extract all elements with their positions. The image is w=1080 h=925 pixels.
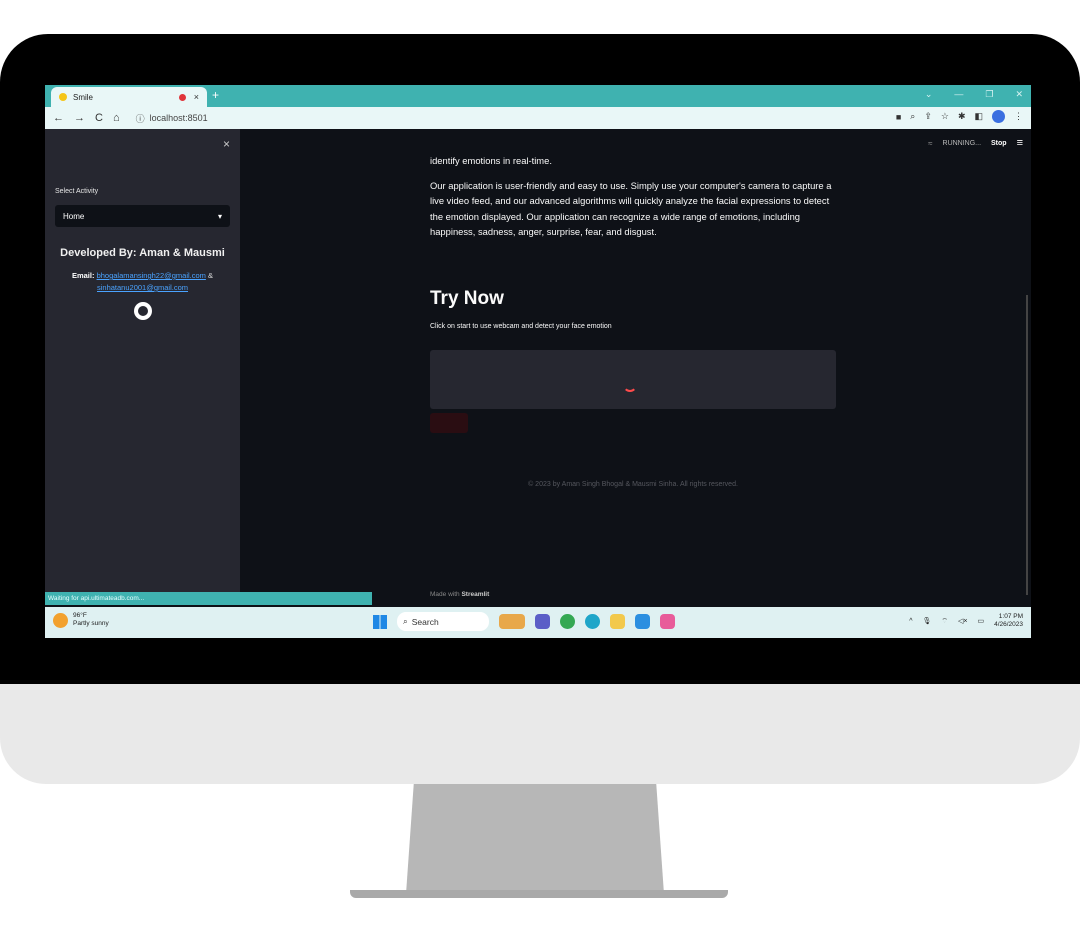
monitor-mockup: Smile × + ⌄ — ❐ ✕ ← → C ⌂ ⓘ localhost:85… xyxy=(0,0,1080,925)
vscode-icon[interactable] xyxy=(635,614,650,629)
streamlit-toolbar: ≈ RUNNING... Stop ≡ xyxy=(928,137,1023,149)
made-with-streamlit[interactable]: Made with Streamlit xyxy=(430,591,489,598)
volume-icon[interactable]: ◁× xyxy=(958,617,967,625)
reload-icon[interactable]: C xyxy=(95,112,103,124)
email-separator: & xyxy=(208,271,214,280)
email-block: Email: bhogalamansingh22@gmail.com & sin… xyxy=(55,270,230,294)
microphone-icon[interactable]: 🎙 xyxy=(922,617,931,625)
battery-icon[interactable]: ▭ xyxy=(977,617,984,625)
partly-sunny-icon xyxy=(53,612,68,628)
taskbar-center: ⌕ Search xyxy=(373,612,675,631)
weather-widget[interactable]: 96°F Partly sunny xyxy=(53,612,109,628)
close-tab-icon[interactable]: × xyxy=(194,92,199,102)
screen: Smile × + ⌄ — ❐ ✕ ← → C ⌂ ⓘ localhost:85… xyxy=(45,85,1031,638)
scrollbar[interactable] xyxy=(1026,295,1028,595)
tab-title: Smile xyxy=(73,92,94,102)
windows-taskbar: 96°F Partly sunny ⌕ Search ^ 🎙 ⌔ ◁× ▭ 1:… xyxy=(45,607,1031,638)
github-icon[interactable] xyxy=(134,302,152,320)
back-icon[interactable]: ← xyxy=(53,112,64,124)
streamlit-brand: Streamlit xyxy=(461,591,490,598)
stop-button[interactable]: Stop xyxy=(991,140,1007,147)
address-bar: ← → C ⌂ ⓘ localhost:8501 ■ ⌕ ⇪ ☆ ✱ ◧ ⋮ xyxy=(45,107,1031,129)
url-field[interactable]: ⓘ localhost:8501 xyxy=(129,110,930,126)
activity-select[interactable]: Home ▾ xyxy=(55,205,230,227)
widgets-icon[interactable] xyxy=(499,614,525,629)
clock-time: 1:07 PM xyxy=(998,613,1023,620)
home-icon[interactable]: ⌂ xyxy=(113,112,120,124)
bookmark-star-icon[interactable]: ☆ xyxy=(941,111,949,122)
tab-bar: Smile × + ⌄ — ❐ ✕ xyxy=(45,85,1031,107)
camera-icon[interactable]: ■ xyxy=(896,112,901,122)
tray-chevron-up-icon[interactable]: ^ xyxy=(909,618,912,625)
chrome-icon[interactable] xyxy=(560,614,575,629)
clock[interactable]: 1:07 PM 4/26/2023 xyxy=(994,613,1023,629)
monitor-base xyxy=(350,890,728,898)
monitor-chin xyxy=(0,684,1080,784)
smile-favicon-icon xyxy=(59,93,67,101)
system-tray: ^ 🎙 ⌔ ◁× ▭ 1:07 PM 4/26/2023 xyxy=(909,613,1023,629)
browser-actions: ■ ⌕ ⇪ ☆ ✱ ◧ ⋮ xyxy=(896,110,1023,123)
intro-text-cut: identify emotions in real-time. xyxy=(430,155,552,166)
browser-tab[interactable]: Smile × xyxy=(51,87,207,107)
running-swimmer-icon: ≈ xyxy=(928,138,933,148)
share-icon[interactable]: ⇪ xyxy=(924,111,932,122)
close-window-icon[interactable]: ✕ xyxy=(1015,89,1023,100)
monitor-stand xyxy=(406,784,664,894)
chevron-down-icon: ▾ xyxy=(217,211,222,221)
taskbar-search[interactable]: ⌕ Search xyxy=(397,612,489,631)
sidebar: × Select Activity Home ▾ Developed By: A… xyxy=(45,129,240,594)
windows-start-icon[interactable] xyxy=(373,614,387,629)
restore-icon[interactable]: ❐ xyxy=(985,89,993,100)
email-label: Email: xyxy=(71,271,95,280)
webcam-panel xyxy=(430,350,836,409)
taskbar-search-label: Search xyxy=(411,616,439,627)
try-now-heading: Try Now xyxy=(430,288,504,309)
wifi-icon[interactable]: ⌔ xyxy=(941,617,948,626)
made-with-text: Made with xyxy=(430,591,460,598)
running-status: RUNNING... xyxy=(942,139,982,147)
teams-chat-icon[interactable] xyxy=(535,614,550,629)
file-explorer-icon[interactable] xyxy=(610,614,625,629)
minimize-icon[interactable]: — xyxy=(954,89,963,100)
weather-text: 96°F Partly sunny xyxy=(73,612,109,628)
start-button[interactable] xyxy=(430,413,468,433)
email-link-2[interactable]: sinhatanu2001@gmail.com xyxy=(97,283,188,292)
select-activity-label: Select Activity xyxy=(55,188,99,195)
developer-heading: Developed By: Aman & Mausmi xyxy=(60,247,225,259)
activity-select-value: Home xyxy=(63,211,85,221)
tab-search-icon[interactable]: ⌄ xyxy=(925,89,933,100)
loading-spinner-icon xyxy=(623,378,637,392)
hamburger-menu-icon[interactable]: ≡ xyxy=(1017,137,1023,149)
clock-date: 4/26/2023 xyxy=(994,621,1023,628)
browser-status-bar: Waiting for api.ultimateadb.com... xyxy=(45,592,372,605)
zoom-icon[interactable]: ⌕ xyxy=(910,111,915,122)
recording-icon xyxy=(178,93,186,101)
weather-temp: 96°F xyxy=(73,612,87,619)
nav-buttons: ← → C ⌂ xyxy=(53,112,120,124)
sidebar-close-icon[interactable]: × xyxy=(223,137,230,151)
try-now-subtitle: Click on start to use webcam and detect … xyxy=(430,323,612,330)
weather-desc: Partly sunny xyxy=(73,620,109,627)
description-paragraph: Our application is user-friendly and eas… xyxy=(430,179,832,238)
menu-kebab-icon[interactable]: ⋮ xyxy=(1014,111,1023,122)
side-panel-icon[interactable]: ◧ xyxy=(974,111,983,122)
forward-icon[interactable]: → xyxy=(74,112,85,124)
new-tab-button[interactable]: + xyxy=(212,88,219,102)
main-text: identify emotions in real-time. Our appl… xyxy=(430,153,840,240)
profile-avatar[interactable] xyxy=(992,110,1005,123)
edge-icon[interactable] xyxy=(585,614,600,629)
app-icon[interactable] xyxy=(660,614,675,629)
search-icon: ⌕ xyxy=(403,616,408,626)
url-text: localhost:8501 xyxy=(149,113,208,123)
footer-copyright: © 2023 by Aman Singh Bhogal & Mausmi Sin… xyxy=(528,481,738,488)
extensions-icon[interactable]: ✱ xyxy=(958,111,966,122)
window-controls: ⌄ — ❐ ✕ xyxy=(925,89,1023,100)
email-link-1[interactable]: bhogalamansingh22@gmail.com xyxy=(97,271,206,280)
site-info-icon[interactable]: ⓘ xyxy=(136,112,145,125)
